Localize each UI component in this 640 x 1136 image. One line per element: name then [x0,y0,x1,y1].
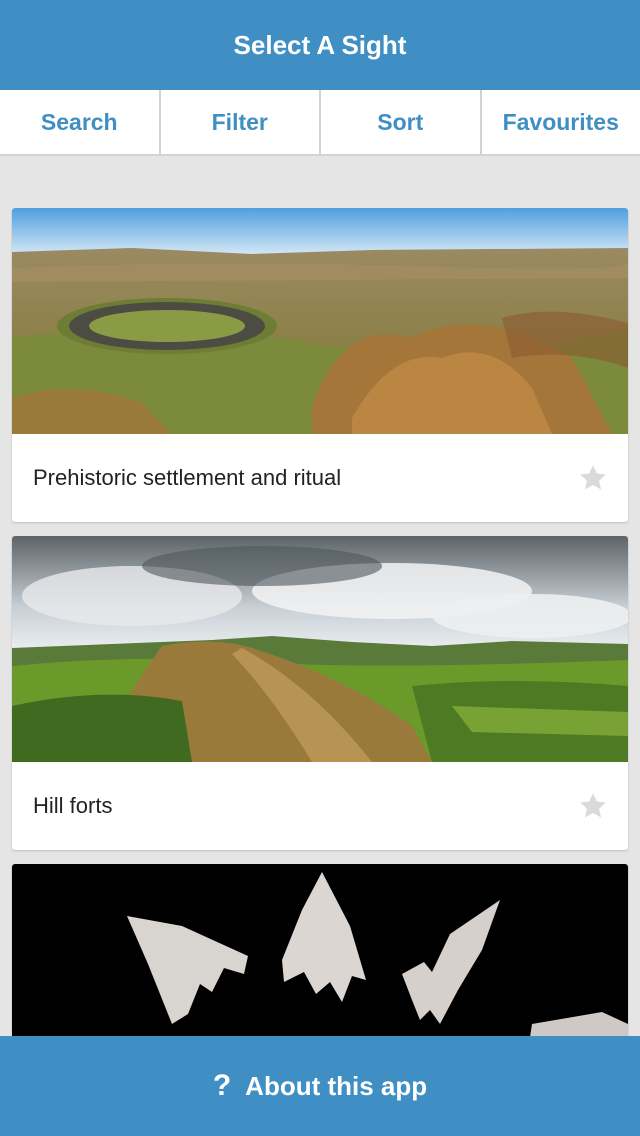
about-app-label: About this app [245,1070,428,1101]
sight-image-hills [12,536,628,762]
sight-list: Prehistoric settlement and ritual Hill f… [12,208,628,1104]
page-title: Select A Sight [233,29,407,60]
sight-card[interactable]: Prehistoric settlement and ritual [12,208,628,522]
star-icon[interactable] [578,791,608,821]
sight-card-footer: Hill forts [12,762,628,850]
sight-title: Prehistoric settlement and ritual [33,465,342,490]
tab-filter[interactable]: Filter [161,90,321,154]
about-app-button[interactable]: ? About this app [0,1036,640,1136]
sight-title: Hill forts [33,793,113,818]
tab-favourites[interactable]: Favourites [482,90,640,154]
tab-bar: Search Filter Sort Favourites [0,90,640,156]
sight-image-moorland [12,208,628,434]
app-header: Select A Sight [0,0,640,90]
star-icon[interactable] [578,463,608,493]
sight-card-footer: Prehistoric settlement and ritual [12,434,628,522]
tab-search[interactable]: Search [0,90,161,154]
question-icon: ? [212,1069,232,1102]
sight-card[interactable]: Hill forts [12,536,628,850]
tab-sort[interactable]: Sort [321,90,482,154]
